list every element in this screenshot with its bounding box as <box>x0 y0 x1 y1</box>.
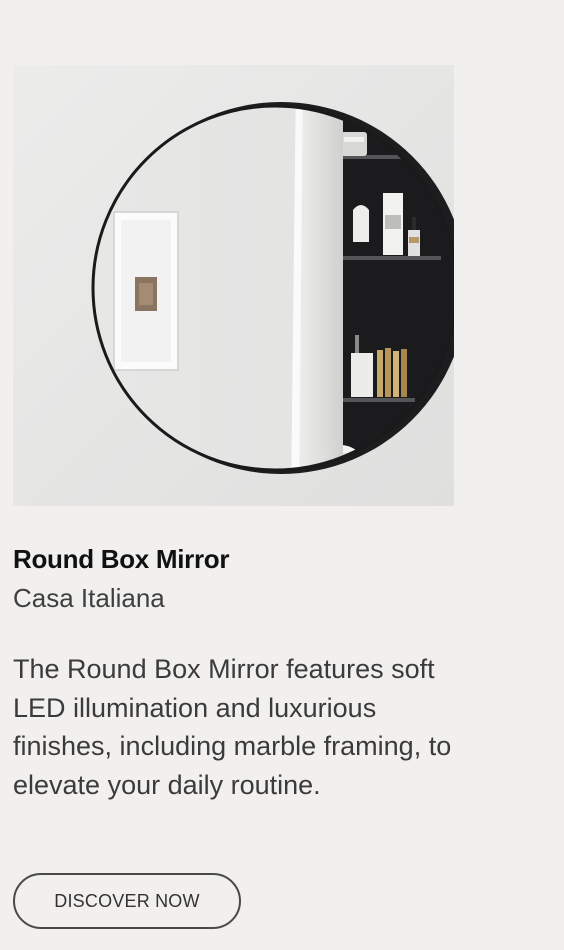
discover-now-button[interactable]: DISCOVER NOW <box>13 873 241 929</box>
product-title: Round Box Mirror <box>13 544 230 574</box>
product-image[interactable] <box>13 65 454 506</box>
product-description: The Round Box Mirror features soft LED i… <box>13 654 452 800</box>
round-mirror-illustration <box>13 65 454 506</box>
brand-name: Casa Italiana <box>13 583 165 613</box>
product-card: Round Box Mirror Casa Italiana The Round… <box>0 0 564 950</box>
